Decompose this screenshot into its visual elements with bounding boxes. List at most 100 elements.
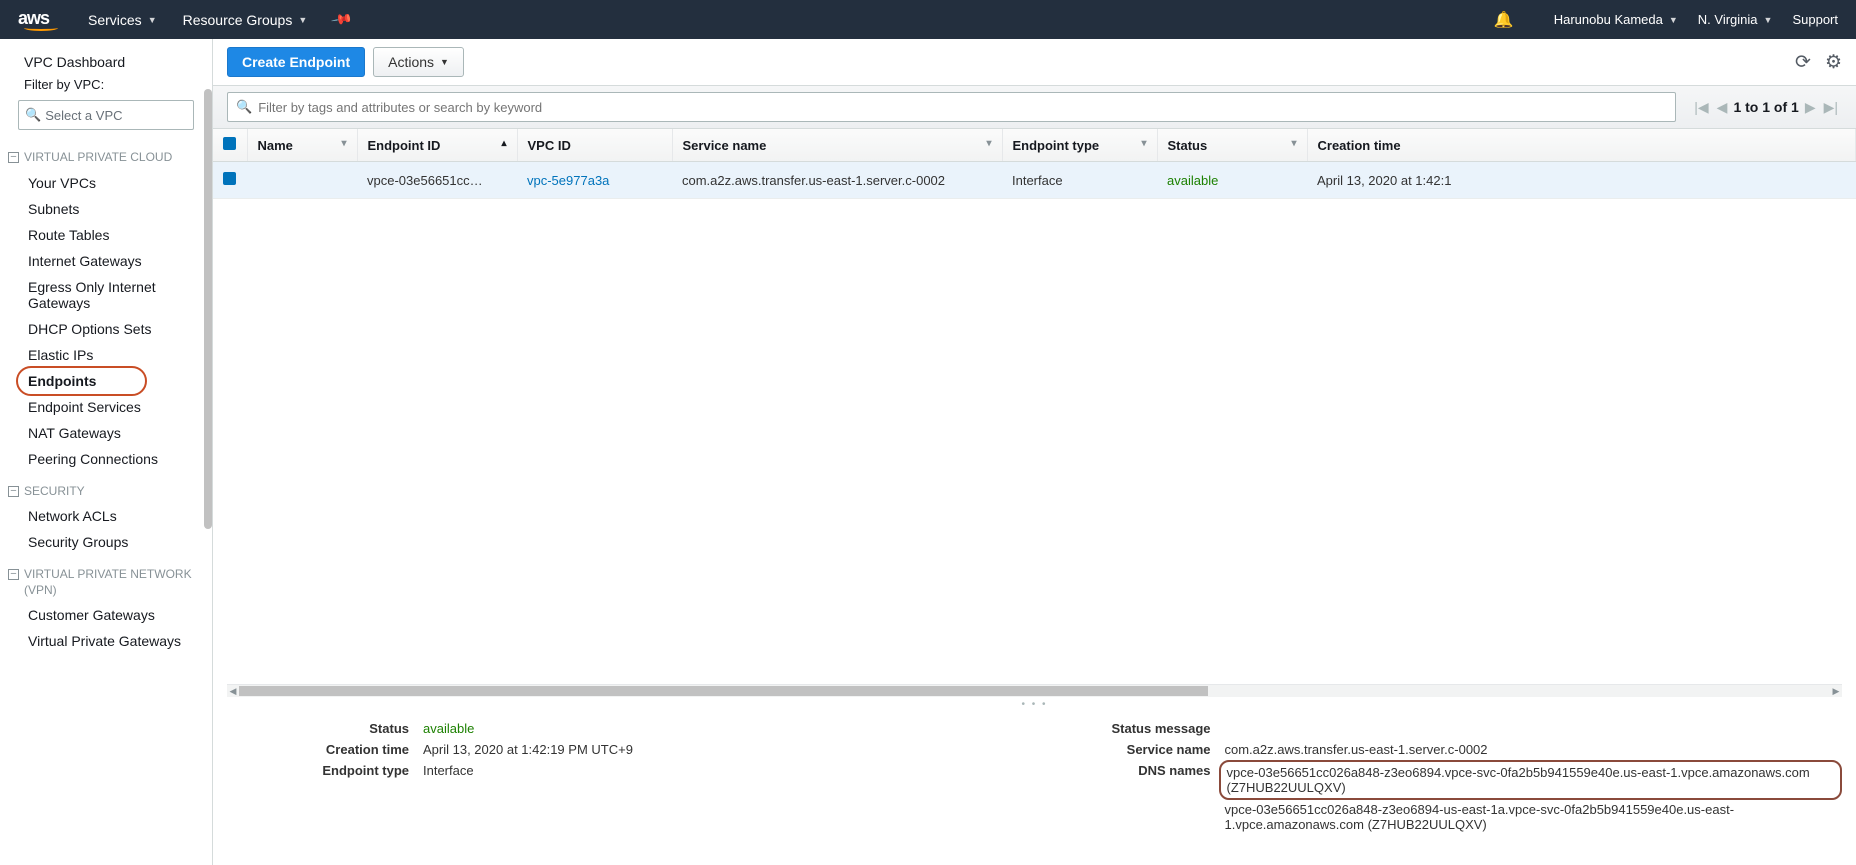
caret-down-icon: ▼ <box>440 57 449 67</box>
actions-button[interactable]: Actions▼ <box>373 47 464 77</box>
nav-region-label: N. Virginia <box>1698 12 1758 27</box>
sidebar-dhcp[interactable]: DHCP Options Sets <box>0 316 212 342</box>
scroll-left-icon[interactable]: ◀ <box>227 685 239 697</box>
lbl-status-msg: Status message <box>1035 721 1225 736</box>
sort-asc-icon: ▴ <box>501 138 506 149</box>
nav-region[interactable]: N. Virginia ▼ <box>1698 12 1773 27</box>
lbl-status: Status <box>233 721 423 736</box>
val-service-name: com.a2z.aws.transfer.us-east-1.server.c-… <box>1225 742 1837 757</box>
refresh-icon[interactable]: ⟳ <box>1795 51 1811 74</box>
aws-logo[interactable]: aws <box>18 8 58 31</box>
vpc-filter-placeholder: Select a VPC <box>45 108 122 123</box>
nav-rg-label: Resource Groups <box>183 12 293 28</box>
group-vpn[interactable]: −VIRTUAL PRIVATE NETWORK (VPN) <box>0 555 212 602</box>
lbl-creation: Creation time <box>233 742 423 757</box>
col-service-name[interactable]: Service name▾ <box>672 129 1002 162</box>
endpoints-table: Name▾ Endpoint ID▴ VPC ID Service name▾ … <box>213 129 1856 199</box>
sidebar-egress-igw[interactable]: Egress Only Internet Gateways <box>0 274 212 316</box>
filter-label: Filter by VPC: <box>0 75 212 97</box>
checkbox[interactable] <box>223 172 236 185</box>
sort-icon: ▾ <box>341 138 346 149</box>
caret-down-icon: ▼ <box>298 15 307 25</box>
nav-resource-groups[interactable]: Resource Groups ▼ <box>183 12 308 28</box>
sidebar-nat-gateways[interactable]: NAT Gateways <box>0 420 212 446</box>
highlight-ring: vpce-03e56651cc026a848-z3eo6894.vpce-svc… <box>1219 760 1843 800</box>
sidebar-elastic-ips[interactable]: Elastic IPs <box>0 342 212 368</box>
sidebar-internet-gateways[interactable]: Internet Gateways <box>0 248 212 274</box>
sidebar-endpoint-services[interactable]: Endpoint Services <box>0 394 212 420</box>
page-last-icon[interactable]: ▶| <box>1820 99 1842 116</box>
col-status[interactable]: Status▾ <box>1157 129 1307 162</box>
create-endpoint-button[interactable]: Create Endpoint <box>227 47 365 77</box>
sidebar-nacls[interactable]: Network ACLs <box>0 503 212 529</box>
sidebar-security-groups[interactable]: Security Groups <box>0 529 212 555</box>
checkbox-all[interactable] <box>223 137 236 150</box>
search-input[interactable] <box>258 100 1667 115</box>
sidebar-peering[interactable]: Peering Connections <box>0 446 212 472</box>
bell-icon[interactable]: 🔔 <box>1494 10 1514 30</box>
search-icon: 🔍 <box>25 107 41 123</box>
minus-icon: − <box>8 152 19 163</box>
val-status-msg <box>1225 721 1837 736</box>
nav-services[interactable]: Services ▼ <box>88 12 157 28</box>
detail-pane: ◀ ▶ • • • Statusavailable Creation timeA… <box>213 684 1856 865</box>
table-row[interactable]: vpce-03e56651cc… vpc-5e977a3a com.a2z.aw… <box>213 162 1856 199</box>
search-box[interactable]: 🔍 <box>227 92 1676 122</box>
group-security[interactable]: −SECURITY <box>0 472 212 504</box>
minus-icon: − <box>8 486 19 497</box>
sidebar-customer-gateways[interactable]: Customer Gateways <box>0 602 212 628</box>
caret-down-icon: ▼ <box>1764 15 1773 25</box>
scroll-right-icon[interactable]: ▶ <box>1830 685 1842 697</box>
val-creation: April 13, 2020 at 1:42:19 PM UTC+9 <box>423 742 1035 757</box>
scrollbar-thumb[interactable] <box>239 686 1208 696</box>
nav-support-label: Support <box>1792 12 1838 27</box>
gear-icon[interactable]: ⚙ <box>1825 51 1842 74</box>
horizontal-scrollbar[interactable]: ◀ ▶ <box>227 684 1842 697</box>
sort-icon: ▾ <box>1291 138 1296 149</box>
toolbar: Create Endpoint Actions▼ ⟳ ⚙ <box>213 39 1856 85</box>
sidebar-endpoints[interactable]: Endpoints <box>0 368 212 394</box>
sort-icon: ▾ <box>1141 138 1146 149</box>
sort-icon: ▾ <box>986 138 991 149</box>
lbl-dns-names: DNS names <box>1035 763 1225 832</box>
cell-endpoint-type: Interface <box>1002 162 1157 199</box>
cell-name <box>247 162 357 199</box>
col-creation[interactable]: Creation time <box>1307 129 1856 162</box>
pager: |◀ ◀ 1 to 1 of 1 ▶ ▶| <box>1690 99 1842 116</box>
resize-handle[interactable]: • • • <box>213 697 1856 712</box>
col-vpc-id[interactable]: VPC ID <box>517 129 672 162</box>
lbl-service-name: Service name <box>1035 742 1225 757</box>
sidebar-your-vpcs[interactable]: Your VPCs <box>0 170 212 196</box>
scrollbar-thumb[interactable] <box>204 89 212 529</box>
minus-icon: − <box>8 569 19 580</box>
page-first-icon[interactable]: |◀ <box>1690 99 1712 116</box>
col-endpoint-id[interactable]: Endpoint ID▴ <box>357 129 517 162</box>
val-dns-1: vpce-03e56651cc026a848-z3eo6894.vpce-svc… <box>1227 765 1810 795</box>
nav-support[interactable]: Support <box>1792 12 1838 27</box>
lbl-etype: Endpoint type <box>233 763 423 778</box>
caret-down-icon: ▼ <box>1669 15 1678 25</box>
caret-down-icon: ▼ <box>148 15 157 25</box>
sidebar-subnets[interactable]: Subnets <box>0 196 212 222</box>
col-endpoint-type[interactable]: Endpoint type▾ <box>1002 129 1157 162</box>
search-icon: 🔍 <box>236 99 252 115</box>
page-prev-icon[interactable]: ◀ <box>1713 99 1732 116</box>
sidebar-virtual-private-gateways[interactable]: Virtual Private Gateways <box>0 628 212 654</box>
vpc-link[interactable]: vpc-5e977a3a <box>527 173 609 188</box>
page-next-icon[interactable]: ▶ <box>1801 99 1820 116</box>
nav-user-label: Harunobu Kameda <box>1554 12 1663 27</box>
pin-icon[interactable]: 📌 <box>330 8 354 32</box>
sidebar-route-tables[interactable]: Route Tables <box>0 222 212 248</box>
status-badge: available <box>1167 173 1218 188</box>
main-panel: Create Endpoint Actions▼ ⟳ ⚙ 🔍 |◀ ◀ 1 to… <box>213 39 1856 865</box>
group-vpc[interactable]: −VIRTUAL PRIVATE CLOUD <box>0 138 212 170</box>
cell-service-name: com.a2z.aws.transfer.us-east-1.server.c-… <box>672 162 1002 199</box>
sidebar-dashboard[interactable]: VPC Dashboard <box>0 49 212 75</box>
cell-creation: April 13, 2020 at 1:42:1 <box>1307 162 1856 199</box>
nav-services-label: Services <box>88 12 142 28</box>
vpc-filter-select[interactable]: 🔍 Select a VPC <box>18 100 194 130</box>
val-status: available <box>423 721 1035 736</box>
nav-user[interactable]: Harunobu Kameda ▼ <box>1554 12 1678 27</box>
top-nav: aws Services ▼ Resource Groups ▼ 📌 🔔 Harun… <box>0 0 1856 39</box>
col-name[interactable]: Name▾ <box>247 129 357 162</box>
